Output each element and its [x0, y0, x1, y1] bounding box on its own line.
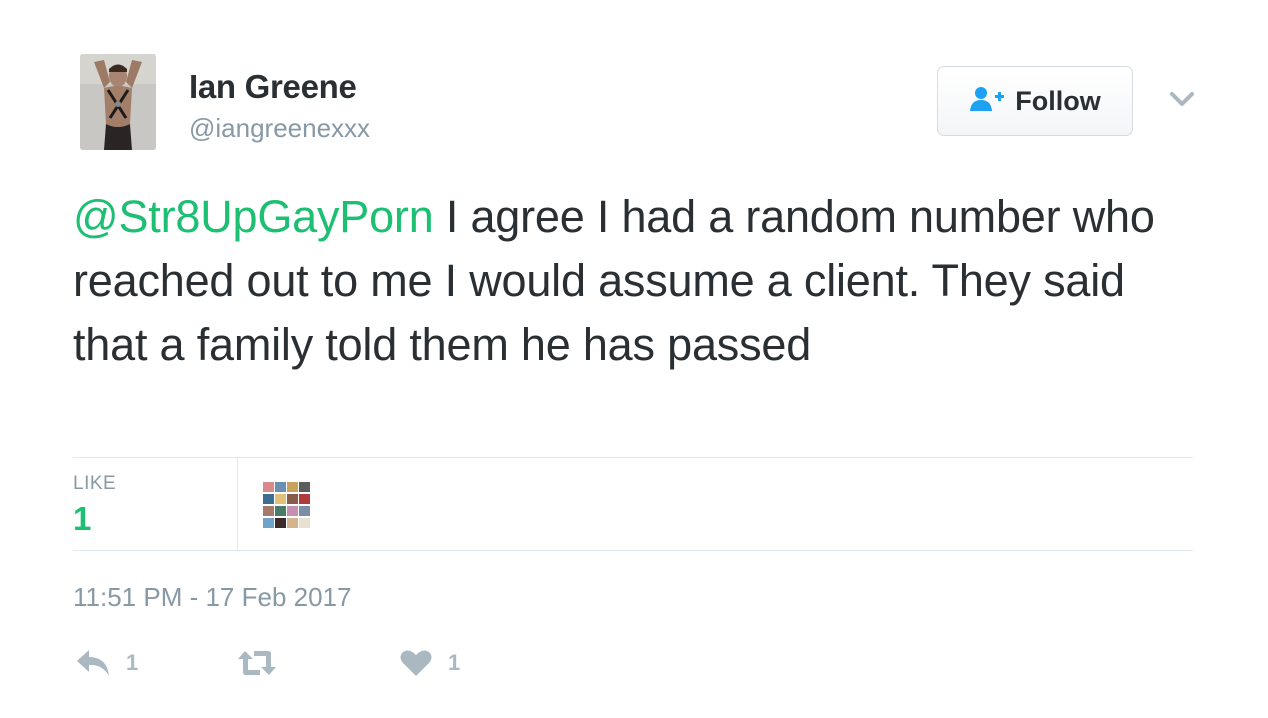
stats-bottom-divider [73, 550, 1193, 551]
liker-avatar[interactable] [263, 482, 310, 528]
reply-count: 1 [126, 650, 139, 675]
retweet-button[interactable] [236, 645, 294, 681]
reply-icon [77, 650, 109, 676]
liker-avatar-image [263, 482, 310, 528]
tweet-stats: LIKE 1 [73, 458, 1193, 550]
mention-link[interactable]: @Str8UpGayPorn [73, 191, 434, 242]
author-handle[interactable]: @iangreenexxx [189, 113, 370, 144]
stats-divider [237, 458, 238, 550]
tweet-timestamp[interactable]: 11:51 PM - 17 Feb 2017 [73, 582, 351, 613]
reply-button[interactable]: 1 [76, 645, 138, 681]
tweet-text: @Str8UpGayPorn I agree I had a random nu… [73, 185, 1203, 377]
like-count: 1 [448, 650, 461, 675]
tweet-menu-button[interactable] [1166, 86, 1198, 114]
heart-icon [400, 650, 432, 676]
follow-button-label: Follow [1015, 85, 1101, 116]
author-avatar[interactable] [80, 54, 156, 150]
likes-label: LIKE [73, 473, 117, 494]
like-button[interactable]: 1 [400, 645, 460, 681]
follow-button[interactable]: Follow [937, 66, 1133, 136]
author-name[interactable]: Ian Greene [189, 68, 357, 106]
likes-count: 1 [73, 500, 92, 537]
likes-stat[interactable]: LIKE 1 [73, 458, 237, 550]
follow-user-icon [969, 86, 1005, 117]
avatar-image [80, 54, 156, 150]
chevron-down-icon [1170, 92, 1194, 106]
retweet-icon [238, 651, 276, 675]
